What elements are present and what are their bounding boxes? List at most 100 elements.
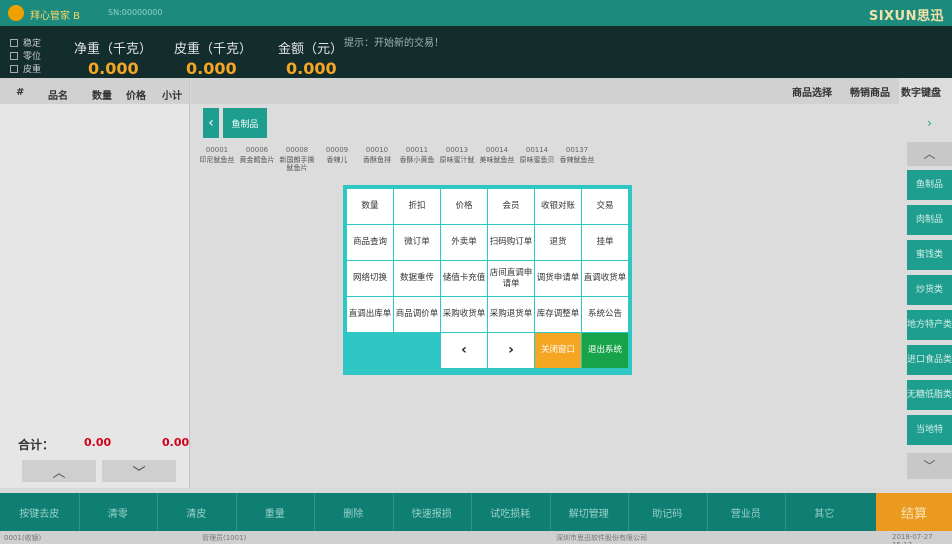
product-item[interactable]: 00137 香辣鱿鱼丝 xyxy=(557,146,597,172)
category-imported[interactable]: 进口食品类 xyxy=(907,345,952,375)
menu-button[interactable]: 挂单 xyxy=(582,225,628,260)
toolbar-button[interactable]: 清零 xyxy=(79,493,158,531)
toolbar-button[interactable]: 助记码 xyxy=(628,493,707,531)
scroll-up-button[interactable]: ︿ xyxy=(22,460,96,482)
product-code: 00011 xyxy=(405,146,429,154)
toolbar-button[interactable]: 删除 xyxy=(314,493,393,531)
category-up-button[interactable]: ︿ xyxy=(907,142,952,166)
menu-button[interactable]: 直调出库单 xyxy=(347,297,393,332)
menu-button[interactable]: 网络切换 xyxy=(347,261,393,296)
status-datetime: 2018-07-27 15:17 xyxy=(892,533,933,544)
menu-button[interactable]: 系统公告 xyxy=(582,297,628,332)
toolbar-button[interactable]: 营业员 xyxy=(707,493,786,531)
chevron-up-icon: ︿ xyxy=(923,147,936,161)
menu-button[interactable]: 采购收货单 xyxy=(441,297,487,332)
menu-button[interactable]: 储值卡充值 xyxy=(441,261,487,296)
menu-button[interactable]: 微订单 xyxy=(394,225,440,260)
toolbar-divider xyxy=(706,493,708,531)
tab-product-select[interactable]: 商品选择 xyxy=(783,78,841,104)
menu-button[interactable]: 采购退货单 xyxy=(488,297,534,332)
tab-best-sellers[interactable]: 畅销商品 xyxy=(841,78,899,104)
menu-button[interactable]: 商品查询 xyxy=(347,225,393,260)
toolbar-button[interactable]: 其它 xyxy=(785,493,864,531)
menu-next-button[interactable]: › xyxy=(488,333,534,368)
category-local-specialty[interactable]: 地方特产类 xyxy=(907,310,952,340)
menu-button[interactable]: 数量 xyxy=(347,189,393,224)
app-name: 拜心管家 B xyxy=(30,11,81,22)
product-code: 00014 xyxy=(485,146,509,154)
category-fish[interactable]: 鱼制品 xyxy=(907,170,952,200)
menu-button[interactable]: 店间直调申请单 xyxy=(488,261,534,296)
product-code: 00006 xyxy=(245,146,269,154)
menu-button[interactable]: 折扣 xyxy=(394,189,440,224)
menu-button[interactable]: 收银对账 xyxy=(535,189,581,224)
status-cashier: 管理员(1001) xyxy=(202,534,247,542)
scroll-down-button[interactable]: ﹀ xyxy=(102,460,176,482)
toolbar-button[interactable]: 清皮 xyxy=(157,493,236,531)
product-item[interactable]: 00011 香酥小黄鱼 xyxy=(397,146,437,172)
product-item[interactable]: 00001 印尼鱿鱼丝 xyxy=(197,146,237,172)
product-name: 印尼鱿鱼丝 xyxy=(199,156,235,164)
current-category[interactable]: 鱼制品 xyxy=(223,108,267,138)
toolbar-button[interactable]: 重量 xyxy=(236,493,315,531)
tab-keypad[interactable]: 数字键盘 xyxy=(899,78,943,104)
category-next-button[interactable]: › xyxy=(907,108,952,138)
close-window-button[interactable]: 关闭窗口 xyxy=(535,333,581,368)
category-meat[interactable]: 肉制品 xyxy=(907,205,952,235)
product-name: 原味蜜鱼贝 xyxy=(519,156,555,164)
toolbar-button[interactable]: 按键去皮 xyxy=(0,493,79,531)
order-list: # 品名 数量 价格 小计 合计： 0.00 0.00 ︿ ﹀ xyxy=(0,78,190,488)
total-qty: 0.00 xyxy=(84,436,112,449)
total-label: 合计： xyxy=(18,438,55,452)
product-name: 香酥小黄鱼 xyxy=(399,156,435,164)
product-item[interactable]: 00014 美味鱿鱼丝 xyxy=(477,146,517,172)
chevron-up-icon: ︿ xyxy=(52,465,66,481)
category-sugar-free[interactable]: 无糖低脂类 xyxy=(907,380,952,410)
amount-label: 金额（元） xyxy=(278,42,344,57)
menu-button[interactable]: 商品调价单 xyxy=(394,297,440,332)
toolbar-divider xyxy=(314,493,315,531)
product-item[interactable]: 00114 原味蜜鱼贝 xyxy=(517,146,557,172)
toolbar-divider xyxy=(549,493,551,531)
product-item[interactable]: 00006 黄金鳕鱼片 xyxy=(237,146,277,172)
product-name: 美味鱿鱼丝 xyxy=(479,156,515,164)
product-item[interactable]: 00009 香辣儿 xyxy=(317,146,357,172)
exit-system-button[interactable]: 退出系统 xyxy=(582,333,628,368)
menu-empty-cell xyxy=(347,333,393,368)
zero-check: 零位 xyxy=(10,49,41,62)
product-item[interactable]: 00008 新国朗手撕鱿鱼片 xyxy=(277,146,317,172)
menu-button[interactable]: 交易 xyxy=(582,189,628,224)
chevron-left-icon: ‹ xyxy=(208,115,214,131)
toolbar-button[interactable]: 试吃损耗 xyxy=(471,493,550,531)
product-item[interactable]: 00010 香酥鱼排 xyxy=(357,146,397,172)
toolbar-divider xyxy=(235,493,237,531)
menu-prev-button[interactable]: ‹ xyxy=(441,333,487,368)
bottom-toolbar: 按键去皮 清零 清皮 重量 删除 快速报损 试吃损耗 解切管理 助记码 营业员 其它 结算 xyxy=(0,493,952,531)
toolbar-button[interactable]: 快速报损 xyxy=(393,493,472,531)
product-name: 香辣鱿鱼丝 xyxy=(559,156,595,164)
chevron-right-icon: › xyxy=(927,116,932,130)
product-area-header: 商品选择 畅销商品 xyxy=(191,78,899,104)
menu-button[interactable]: 会员 xyxy=(488,189,534,224)
category-back-button[interactable]: ‹ xyxy=(203,108,219,138)
menu-button[interactable]: 扫码购订单 xyxy=(488,225,534,260)
product-item[interactable]: 00013 原味蜜汁鱿 xyxy=(437,146,477,172)
category-down-button[interactable]: ﹀ xyxy=(907,453,952,479)
menu-button[interactable]: 价格 xyxy=(441,189,487,224)
product-code: 00008 xyxy=(285,146,309,154)
menu-button[interactable]: 退货 xyxy=(535,225,581,260)
product-name: 香辣儿 xyxy=(326,156,348,164)
tare-check: 皮重 xyxy=(10,62,41,75)
menu-button[interactable]: 直调收货单 xyxy=(582,261,628,296)
category-roasted[interactable]: 炒货类 xyxy=(907,275,952,305)
menu-button[interactable]: 外卖单 xyxy=(441,225,487,260)
scale-status-checks: 稳定 零位 皮重 xyxy=(10,36,41,75)
category-preserved-fruit[interactable]: 蜜饯类 xyxy=(907,240,952,270)
menu-button[interactable]: 库存调整单 xyxy=(535,297,581,332)
menu-button[interactable]: 调货申请单 xyxy=(535,261,581,296)
toolbar-button[interactable]: 解切管理 xyxy=(550,493,629,531)
checkout-button[interactable]: 结算 xyxy=(876,493,952,531)
menu-button[interactable]: 数据重传 xyxy=(394,261,440,296)
product-name: 新国朗手撕鱿鱼片 xyxy=(279,156,315,172)
category-local[interactable]: 当地特 xyxy=(907,415,952,445)
